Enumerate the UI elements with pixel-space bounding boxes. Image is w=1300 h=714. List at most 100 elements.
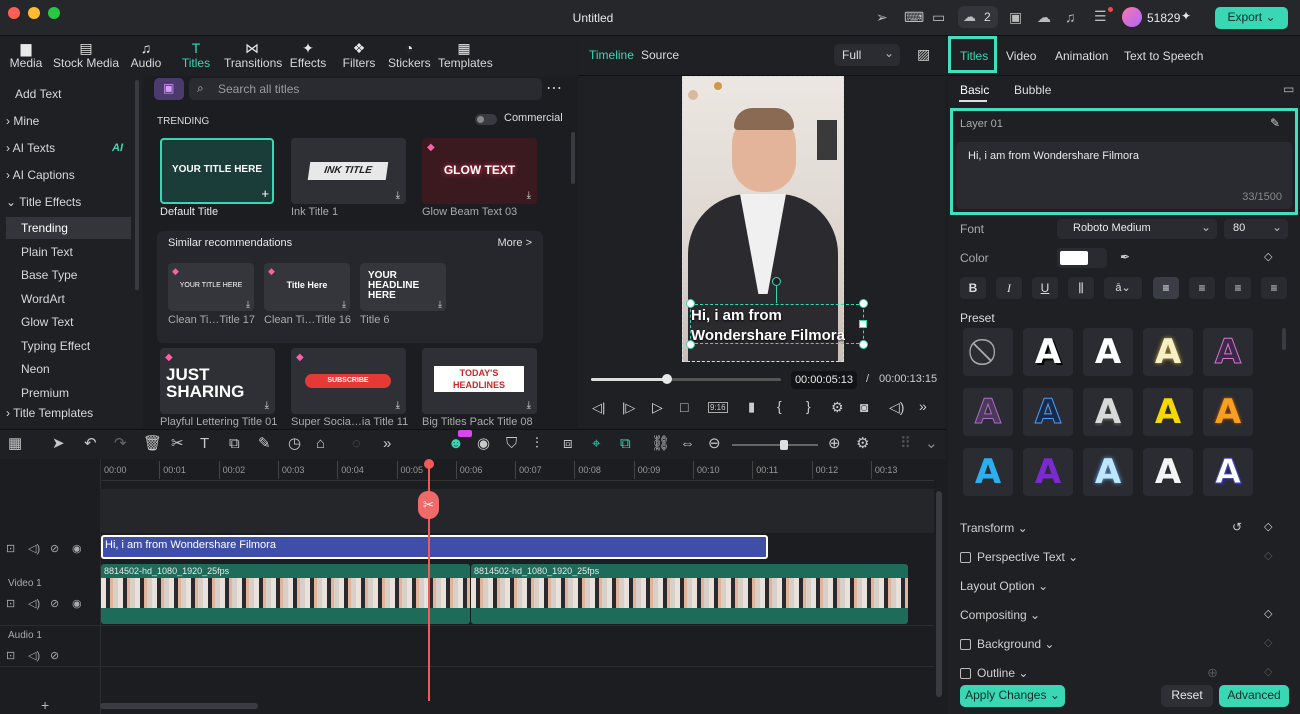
color-picker[interactable] xyxy=(1057,248,1107,268)
keyframe-icon[interactable]: ◇ xyxy=(1264,636,1272,649)
justify-button[interactable]: ≡ xyxy=(1261,277,1287,299)
eye-icon[interactable]: ◉ xyxy=(72,597,82,610)
timer-icon[interactable]: ◷ xyxy=(288,436,301,452)
title-card-big-titles[interactable]: TODAY'S HEADLINES ⤓ xyxy=(422,348,537,414)
notification-button[interactable]: ☁ 2 xyxy=(958,6,998,28)
resize-handle[interactable] xyxy=(859,320,867,328)
hide-icon[interactable]: ⊘ xyxy=(50,542,59,555)
nav-mine[interactable]: › Mine xyxy=(6,110,131,132)
preset-tile[interactable]: A xyxy=(1203,328,1253,376)
font-size-select[interactable]: 80 ⌄ xyxy=(1224,219,1288,239)
tab-templates[interactable]: ▦ Templates xyxy=(438,40,493,70)
tab-text-to-speech[interactable]: Text to Speech xyxy=(1124,49,1203,63)
save-preset-icon[interactable]: ▭ xyxy=(1283,82,1294,96)
section-perspective[interactable]: Perspective Text ⌄ xyxy=(960,550,1078,564)
text-tool-icon[interactable]: T xyxy=(200,436,209,452)
scrub-track[interactable] xyxy=(591,374,781,384)
nav-title-effects[interactable]: ⌄ Title Effects xyxy=(6,191,131,213)
tab-stock-media[interactable]: ▤ Stock Media xyxy=(52,40,120,70)
more-tools-icon[interactable]: » xyxy=(383,436,391,452)
prev-frame-icon[interactable]: ◁| xyxy=(592,400,605,416)
preset-scrollbar[interactable] xyxy=(1282,328,1286,350)
title-card-playful[interactable]: ◆ JUST SHARING ⤓ xyxy=(160,348,275,414)
tab-transitions[interactable]: ⋈ Transitions xyxy=(224,40,282,70)
mark-in-icon[interactable]: { xyxy=(777,398,782,414)
chevron-down-icon[interactable]: ⌄ xyxy=(925,436,938,452)
redo-icon[interactable]: ↷ xyxy=(114,436,127,452)
nav-item-premium[interactable]: Premium xyxy=(6,382,131,404)
nav-title-templates[interactable]: › Title Templates xyxy=(6,402,131,424)
layout-icon[interactable]: ▭ xyxy=(932,9,945,26)
nav-item-glow-text[interactable]: Glow Text xyxy=(6,311,131,333)
preset-tile[interactable]: A xyxy=(1143,328,1193,376)
font-select[interactable]: Roboto Medium ⌄ xyxy=(1057,219,1217,239)
title-card-social[interactable]: ◆ SUBSCRIBE ⤓ xyxy=(291,348,406,414)
more-link[interactable]: More > xyxy=(497,237,532,249)
minimize-window-button[interactable] xyxy=(28,7,40,19)
shield-icon[interactable]: ⛉ xyxy=(506,436,517,452)
resize-handle[interactable] xyxy=(859,340,868,349)
section-compositing[interactable]: Compositing ⌄ xyxy=(960,608,1040,622)
split-icon[interactable]: ✂ xyxy=(171,436,184,452)
timeline-v-scrollbar[interactable] xyxy=(936,491,942,697)
speaker-icon[interactable]: ◁) xyxy=(28,649,40,662)
pointer-icon[interactable]: ➤ xyxy=(52,436,65,452)
split-scissors-icon[interactable]: ✂ xyxy=(418,491,439,519)
ai-robot-icon[interactable]: ☻ xyxy=(448,436,464,452)
browser-scrollbar[interactable] xyxy=(571,132,575,184)
ai-title-button[interactable]: ▣ xyxy=(154,78,184,100)
download-icon[interactable]: ⤓ xyxy=(265,400,269,411)
speaker-icon[interactable]: ◁) xyxy=(28,542,40,555)
hide-icon[interactable]: ⊘ xyxy=(50,597,59,610)
title-card-clean-17[interactable]: ◆ YOUR TITLE HERE ⤓ xyxy=(168,263,254,311)
title-text-input[interactable]: Hi, i am from Wondershare Filmora 33/150… xyxy=(956,142,1292,209)
save-icon[interactable]: ▣ xyxy=(1009,9,1022,26)
tab-effects[interactable]: ✦ Effects xyxy=(288,40,328,70)
keyframe-icon[interactable]: ◇ xyxy=(1264,665,1272,678)
download-icon[interactable]: ⤓ xyxy=(396,400,400,411)
keyframe-icon[interactable]: ◇ xyxy=(1264,520,1272,533)
lock-icon[interactable]: ⊡ xyxy=(6,649,15,662)
preset-tile[interactable]: A xyxy=(1203,448,1253,496)
headset-icon[interactable]: ♫ xyxy=(1065,9,1076,25)
volume-icon[interactable]: ◁) xyxy=(889,399,904,416)
preset-tile[interactable]: A xyxy=(1203,388,1253,436)
bold-button[interactable]: B xyxy=(960,277,986,299)
tab-source[interactable]: Source xyxy=(641,48,679,62)
avatar[interactable] xyxy=(1122,7,1142,27)
tag-icon[interactable]: ⌂ xyxy=(316,436,325,452)
rotate-handle[interactable] xyxy=(772,277,781,286)
video-clip-2[interactable]: 8814502-hd_1080_1920_25fps xyxy=(471,564,908,624)
case-button[interactable]: ā⌄ xyxy=(1104,277,1142,299)
nav-item-base-type[interactable]: Base Type xyxy=(6,264,131,286)
spacing-button[interactable]: ⫼ xyxy=(1068,277,1094,299)
cloud-icon[interactable]: ☁ xyxy=(1037,9,1051,26)
add-outline-icon[interactable]: ⊕ xyxy=(1207,665,1218,681)
title-card-ink[interactable]: INK TITLE ⤓ xyxy=(291,138,406,204)
snap-icon[interactable]: ⌖ xyxy=(592,436,600,452)
camera-icon[interactable]: ◙ xyxy=(860,399,868,415)
italic-button[interactable]: I xyxy=(996,277,1022,299)
preset-tile[interactable]: A xyxy=(1083,448,1133,496)
motion-icon[interactable]: ◌ xyxy=(352,436,361,452)
settings-icon[interactable]: ⚙ xyxy=(831,399,844,416)
tab-animation[interactable]: Animation xyxy=(1055,49,1108,63)
apply-changes-button[interactable]: Apply Changes ⌄ xyxy=(960,685,1065,707)
scrub-knob[interactable] xyxy=(662,374,672,384)
stop-icon[interactable]: □ xyxy=(680,399,688,415)
lock-icon[interactable]: ⊡ xyxy=(6,597,15,610)
keyframe-icon[interactable]: ◇ xyxy=(1264,549,1272,562)
title-card-default[interactable]: YOUR TITLE HERE + xyxy=(160,138,274,204)
nav-ai-captions[interactable]: › AI Captions xyxy=(6,164,131,186)
zoom-out-icon[interactable]: ⊖ xyxy=(708,436,721,452)
tab-stickers[interactable]: ◔ Stickers xyxy=(388,40,431,70)
audio-edit-icon[interactable]: ⫶ xyxy=(535,436,539,452)
preset-tile[interactable]: A xyxy=(1023,388,1073,436)
preset-tile[interactable]: A xyxy=(1083,388,1133,436)
download-icon[interactable]: ⤓ xyxy=(438,299,442,310)
export-button[interactable]: Export ⌄ xyxy=(1215,7,1288,29)
link-icon[interactable]: ⧉ xyxy=(620,436,631,452)
nav-item-plain-text[interactable]: Plain Text xyxy=(6,241,131,263)
drag-handle-icon[interactable]: ⠿ xyxy=(900,436,911,452)
eye-icon[interactable]: ◉ xyxy=(72,542,82,555)
